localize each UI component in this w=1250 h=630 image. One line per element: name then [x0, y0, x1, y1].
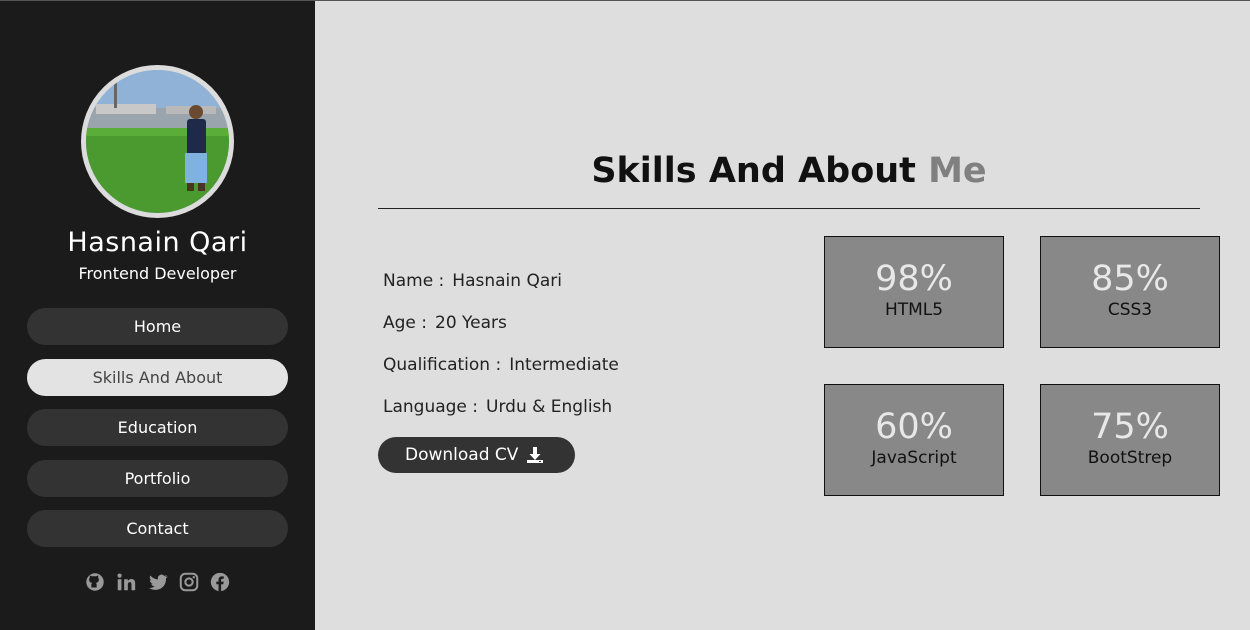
- download-icon: [527, 447, 543, 463]
- info-value: Urdu & English: [486, 397, 613, 417]
- info-key: Language :: [383, 397, 479, 417]
- info-key: Age :: [383, 313, 428, 333]
- nav-item-skills-and-about[interactable]: Skills And About: [27, 358, 288, 396]
- skill-name: JavaScript: [871, 448, 957, 468]
- skill-percent: 75%: [1091, 407, 1169, 447]
- title-divider: [378, 208, 1200, 209]
- nav-item-education[interactable]: Education: [27, 409, 288, 446]
- skill-card-html5: 98% HTML5: [824, 236, 1004, 348]
- instagram-icon[interactable]: [178, 571, 200, 593]
- download-cv-label: Download CV: [405, 445, 519, 465]
- facebook-icon[interactable]: [209, 571, 231, 593]
- info-value: Intermediate: [509, 355, 619, 375]
- info-row-language: Language : Urdu & English: [383, 393, 619, 435]
- skill-name: BootStrep: [1087, 448, 1173, 468]
- twitter-icon[interactable]: [147, 571, 169, 593]
- page-title: Skills And About Me: [378, 151, 1200, 191]
- about-info: Name : Hasnain Qari Age : 20 Years Qualifi…: [383, 267, 619, 435]
- profile-photo: [86, 70, 229, 213]
- skill-percent: 85%: [1091, 259, 1169, 299]
- download-cv-button[interactable]: Download CV: [378, 437, 575, 473]
- info-key: Name :: [383, 271, 445, 291]
- info-value: Hasnain Qari: [452, 271, 562, 291]
- info-row-age: Age : 20 Years: [383, 309, 619, 351]
- nav-item-contact[interactable]: Contact: [27, 510, 288, 547]
- social-links: [0, 571, 315, 593]
- github-icon[interactable]: [84, 571, 106, 593]
- nav-item-home[interactable]: Home: [27, 308, 288, 345]
- skill-card-bootstrap: 75% BootStrep: [1040, 384, 1220, 496]
- skill-percent: 98%: [875, 259, 953, 299]
- skill-card-javascript: 60% JavaScript: [824, 384, 1004, 496]
- info-row-qualification: Qualification : Intermediate: [383, 351, 619, 393]
- skill-percent: 60%: [875, 407, 953, 447]
- info-value: 20 Years: [435, 313, 507, 333]
- linkedin-icon[interactable]: [115, 571, 137, 593]
- profile-name: Hasnain Qari: [67, 227, 248, 258]
- sidebar: Hasnain Qari Frontend Developer Home Ski…: [0, 1, 315, 630]
- page-title-accent: Me: [928, 151, 987, 191]
- info-key: Qualification :: [383, 355, 502, 375]
- skill-name: CSS3: [1107, 300, 1153, 320]
- skill-name: HTML5: [884, 300, 944, 320]
- profile-avatar: [81, 65, 234, 218]
- sidebar-nav: Home Skills And About Education Portfoli…: [27, 308, 288, 561]
- nav-item-portfolio[interactable]: Portfolio: [27, 459, 288, 497]
- profile-role: Frontend Developer: [78, 264, 237, 283]
- page-title-main: Skills And About: [591, 151, 916, 191]
- skill-card-css3: 85% CSS3: [1040, 236, 1220, 348]
- info-row-name: Name : Hasnain Qari: [383, 267, 619, 309]
